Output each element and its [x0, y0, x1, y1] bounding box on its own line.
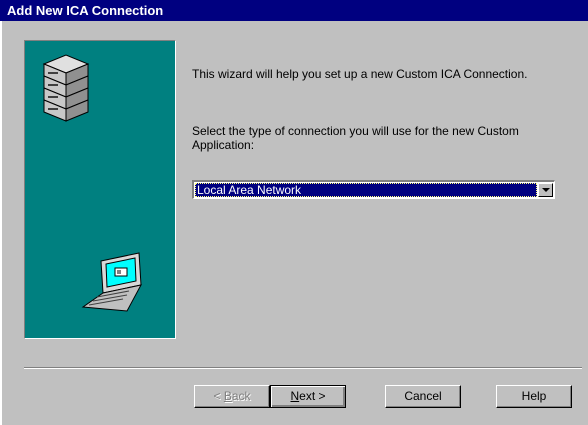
- back-mnemonic: B: [223, 389, 232, 403]
- next-button[interactable]: Next >: [270, 385, 346, 408]
- connection-type-dropdown[interactable]: Local Area Network: [192, 180, 555, 199]
- wizard-image-panel: [24, 40, 176, 339]
- next-mnemonic: N: [290, 389, 300, 403]
- window-title: Add New ICA Connection: [7, 3, 164, 18]
- intro-text: This wizard will help you set up a new C…: [192, 67, 528, 81]
- help-button[interactable]: Help: [496, 385, 572, 408]
- back-button[interactable]: < Back: [194, 385, 270, 408]
- window-border: [0, 21, 2, 425]
- separator: [24, 367, 582, 369]
- chevron-down-icon: [542, 188, 550, 192]
- cancel-button[interactable]: Cancel: [385, 385, 461, 408]
- title-bar[interactable]: Add New ICA Connection: [0, 0, 588, 21]
- next-label: ext >: [299, 389, 326, 403]
- connection-type-prompt: Select the type of connection you will u…: [192, 124, 519, 152]
- connection-type-value: Local Area Network: [195, 183, 537, 197]
- laptop-icon: [81, 252, 142, 312]
- back-prefix: <: [213, 389, 224, 403]
- dropdown-arrow-button[interactable]: [538, 183, 553, 197]
- back-label: ack: [231, 389, 251, 403]
- server-stack-icon: [42, 54, 90, 122]
